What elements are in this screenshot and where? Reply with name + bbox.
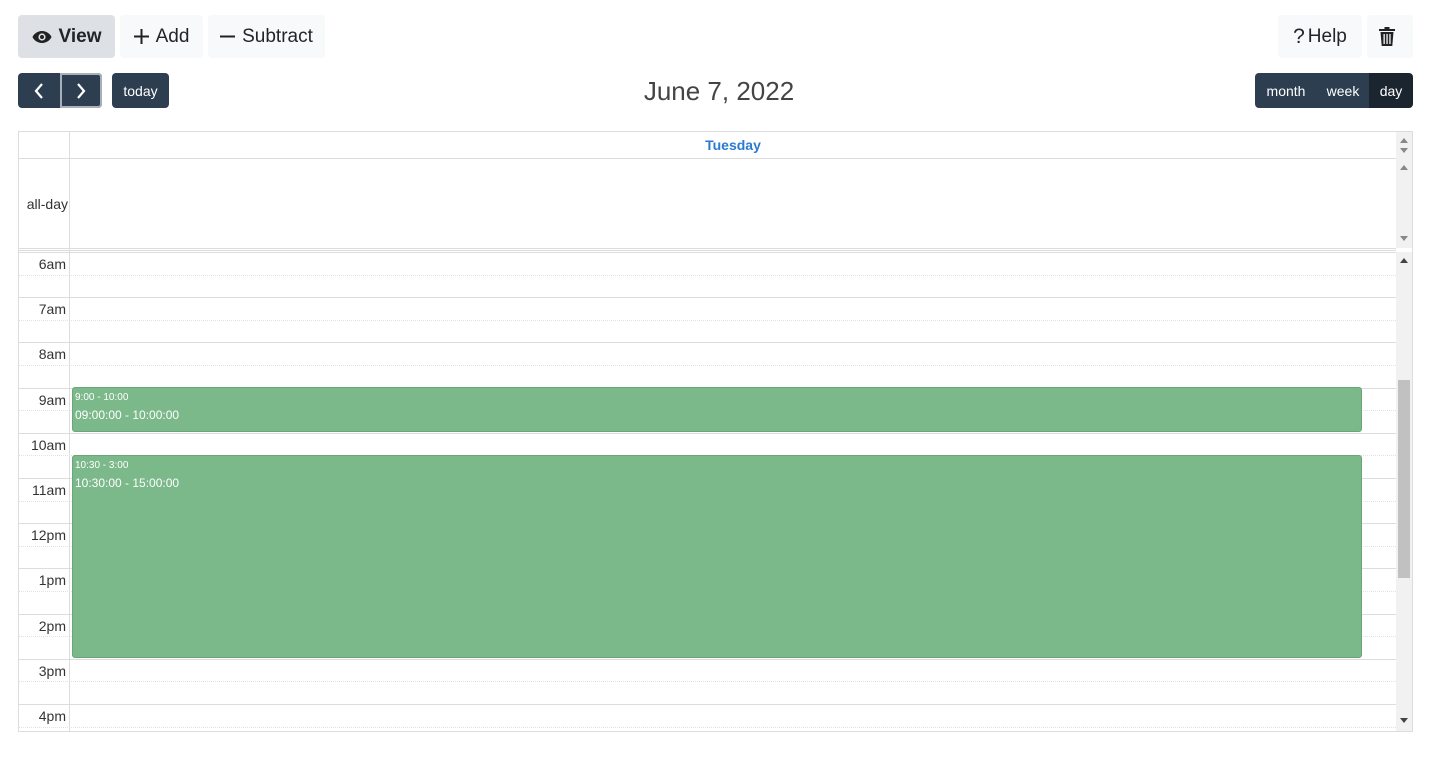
allday-scrollbar[interactable] — [1396, 132, 1412, 248]
timegrid-scrollbar[interactable] — [1396, 252, 1412, 731]
subtract-label: Subtract — [242, 25, 313, 47]
half-hour-line — [19, 274, 1396, 276]
hour-label: 10am — [30, 436, 66, 453]
scroll-up-icon[interactable] — [1400, 138, 1408, 143]
hour-label: 12pm — [30, 527, 66, 544]
hour-label: 4pm — [38, 708, 66, 724]
scroll-down-icon[interactable] — [1400, 148, 1408, 153]
allday-row[interactable]: all-day — [19, 158, 1396, 251]
hour-line — [19, 252, 1396, 253]
delete-button[interactable] — [1367, 15, 1413, 58]
hour-line — [19, 658, 1396, 660]
hour-label: 3pm — [38, 662, 66, 679]
view-day-label: day — [1379, 82, 1403, 99]
view-label: View — [58, 25, 102, 47]
half-hour-line — [19, 681, 1396, 683]
half-hour-line — [19, 319, 1396, 321]
hour-label: 8am — [38, 346, 66, 363]
hour-label: 2pm — [38, 617, 66, 634]
scroll-down-icon[interactable] — [1400, 236, 1408, 241]
hour-line — [19, 297, 1396, 299]
scrollbar-thumb[interactable] — [1398, 380, 1410, 578]
hour-label: 7am — [38, 301, 66, 318]
minus-icon — [220, 35, 236, 38]
calendar-grid: Tuesday all-day 6am 7am 8am 9am 10am 11am 12pm… — [18, 131, 1413, 732]
calendar-title: June 7, 2022 — [643, 76, 795, 106]
question-icon: ? — [1293, 24, 1305, 48]
hour-label: 1pm — [38, 572, 66, 589]
add-button[interactable]: Add — [120, 15, 203, 58]
half-hour-line — [19, 365, 1396, 366]
subtract-button[interactable]: Subtract — [208, 15, 325, 58]
event-title: 09:00:00 - 10:00:00 — [75, 408, 180, 422]
add-label: Add — [155, 25, 190, 47]
help-button[interactable]: ? Help — [1278, 15, 1362, 58]
day-header-tuesday[interactable]: Tuesday — [70, 137, 1396, 153]
hour-line — [19, 342, 1396, 344]
view-button[interactable]: View — [18, 15, 115, 58]
day-header-row: Tuesday — [19, 132, 1396, 159]
hour-label: 11am — [32, 482, 66, 498]
hour-label: 9am — [38, 391, 66, 408]
event-block[interactable]: 9:00 - 10:00 09:00:00 - 10:00:00 — [72, 387, 1362, 432]
view-month-button[interactable]: month — [1255, 73, 1317, 108]
view-day-button[interactable]: day — [1369, 73, 1413, 108]
hour-line — [19, 704, 1396, 705]
allday-label: all-day — [26, 196, 68, 212]
scroll-up-icon[interactable] — [1400, 165, 1408, 170]
event-time: 9:00 - 10:00 — [75, 392, 129, 403]
hour-label: 6am — [38, 256, 66, 272]
event-title: 10:30:00 - 15:00:00 — [75, 476, 180, 490]
plus-icon — [133, 29, 149, 44]
view-week-button[interactable]: week — [1317, 73, 1369, 108]
event-time: 10:30 - 3:00 — [75, 460, 129, 471]
trash-icon — [1378, 27, 1395, 46]
help-label: Help — [1307, 25, 1347, 47]
scroll-up-icon[interactable] — [1400, 258, 1408, 263]
eye-icon — [32, 30, 52, 43]
event-block[interactable]: 10:30 - 3:00 10:30:00 - 15:00:00 — [72, 455, 1362, 658]
hour-line — [19, 432, 1396, 434]
view-month-label: month — [1266, 82, 1306, 99]
scroll-down-icon[interactable] — [1400, 718, 1408, 723]
view-week-label: week — [1326, 82, 1360, 99]
half-hour-line — [19, 726, 1396, 728]
